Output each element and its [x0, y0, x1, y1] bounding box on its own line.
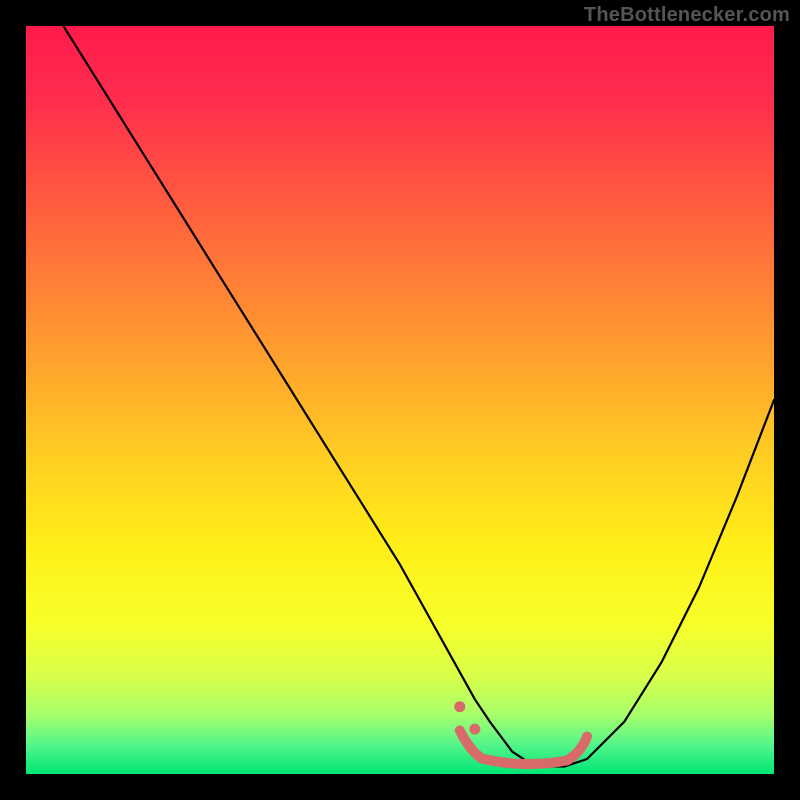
chart-overlay — [26, 26, 774, 774]
trough-highlight — [460, 731, 587, 765]
trough-dot — [454, 701, 465, 712]
curve-line — [63, 26, 774, 767]
chart-stage: TheBottlenecker.com — [0, 0, 800, 800]
trough-dot — [469, 724, 480, 735]
plot-area — [26, 26, 774, 774]
watermark-text: TheBottlenecker.com — [584, 4, 790, 27]
